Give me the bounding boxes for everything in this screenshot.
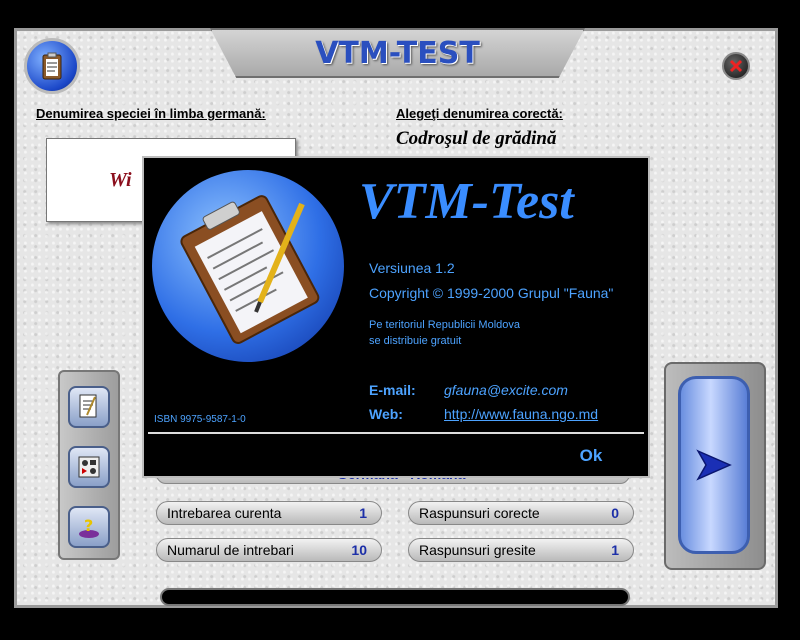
svg-text:?: ?: [84, 516, 93, 535]
current-question-label: Intrebarea curenta: [167, 505, 282, 521]
ok-button[interactable]: Ok: [566, 444, 616, 468]
correct-answers-label: Raspunsuri corecte: [419, 505, 540, 521]
close-button[interactable]: [722, 52, 750, 80]
clipboard-icon: [180, 195, 320, 344]
answer-label: Alegeţi denumirea corectă:: [396, 106, 563, 121]
current-question-value: 1: [359, 505, 367, 521]
current-question-pill: Intrebarea curenta 1: [156, 501, 382, 525]
question-word: Wi: [109, 169, 132, 191]
correct-answers-pill: Raspunsuri corecte 0: [408, 501, 634, 525]
about-email-link[interactable]: gfauna@excite.com: [444, 382, 568, 398]
about-divider: [148, 432, 644, 434]
next-arrow-icon: [696, 449, 732, 481]
total-questions-pill: Numarul de intrebari 10: [156, 538, 382, 562]
app-title-part2: TEST: [396, 35, 480, 71]
correct-answers-value: 0: [611, 505, 619, 521]
media-button[interactable]: [68, 446, 110, 488]
clipboard-icon: [42, 52, 62, 80]
question-label: Denumirea speciei în limba germană:: [36, 106, 266, 121]
about-dialog: VTM-Test Versiunea 1.2 Copyright © 1999-…: [142, 156, 650, 478]
wrong-answers-label: Raspunsuri gresite: [419, 542, 536, 558]
help-button[interactable]: ?: [68, 506, 110, 548]
status-bar: [160, 588, 630, 606]
about-title: VTM-Test: [359, 173, 574, 230]
notes-icon: [79, 394, 97, 418]
title-plate: VTM-TEST: [210, 28, 585, 78]
total-questions-label: Numarul de intrebari: [167, 542, 294, 558]
total-questions-value: 10: [351, 542, 367, 558]
about-logo: [152, 170, 344, 362]
about-web-link[interactable]: http://www.fauna.ngo.md: [444, 406, 598, 422]
app-title: VTM-TEST: [315, 36, 480, 71]
wrong-answers-value: 1: [611, 542, 619, 558]
about-web-label: Web:: [369, 406, 403, 422]
app-title-part1: VTM-: [315, 35, 397, 71]
wrong-answers-pill: Raspunsuri gresite 1: [408, 538, 634, 562]
about-distribution-line2: se distribuie gratuit: [369, 335, 462, 347]
about-isbn: ISBN 9975-9587-1-0: [154, 414, 246, 425]
about-email-label: E-mail:: [369, 382, 416, 398]
answer-title[interactable]: Codroşul de grădină: [396, 128, 556, 150]
help-icon: ?: [79, 516, 99, 538]
media-icon: [78, 456, 100, 478]
notes-button[interactable]: [68, 386, 110, 428]
about-copyright: Copyright © 1999-2000 Grupul "Fauna": [369, 285, 614, 301]
logo: [24, 38, 80, 94]
about-distribution-line1: Pe teritoriul Republicii Moldova: [369, 319, 521, 331]
close-icon: [729, 59, 743, 73]
about-version: Versiunea 1.2: [369, 260, 455, 276]
next-button[interactable]: [678, 376, 750, 554]
